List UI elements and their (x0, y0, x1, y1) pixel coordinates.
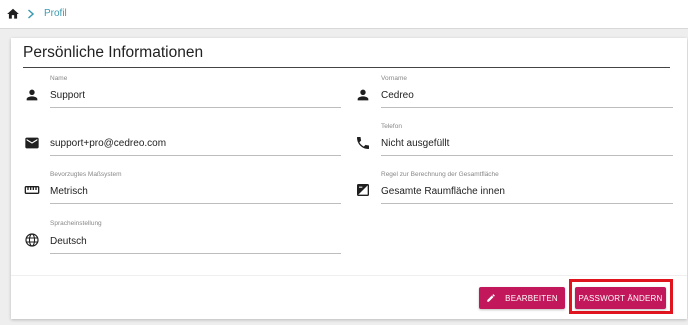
person-icon (26, 89, 38, 101)
name-field[interactable]: Name Support (24, 75, 342, 109)
vorname-value: Cedreo (381, 90, 414, 101)
telefon-field[interactable]: Telefon Nicht ausgefüllt (355, 123, 673, 157)
globe-icon (25, 233, 39, 247)
regel-underline (381, 203, 673, 204)
edit-button-label: BEARBEITEN (505, 293, 558, 303)
home-icon[interactable] (6, 7, 20, 21)
name-label: Name (50, 75, 68, 82)
vorname-field[interactable]: Vorname Cedreo (355, 75, 673, 109)
email-value: support+pro@cedreo.com (50, 138, 167, 149)
area-calc-icon (357, 184, 369, 196)
ruler-icon (24, 186, 40, 194)
sprache-field[interactable]: Spracheinstellung Deutsch (24, 220, 342, 254)
vorname-underline (381, 107, 673, 108)
name-underline (50, 107, 341, 108)
name-value: Support (50, 90, 86, 101)
regel-value: Gesamte Raumfläche innen (381, 186, 505, 197)
vorname-label: Vorname (381, 75, 408, 82)
telefon-underline (381, 155, 673, 156)
phone-icon (357, 137, 369, 149)
masssystem-value: Metrisch (50, 186, 88, 197)
regel-label: Regel zur Berechnung der Gesamtfläche (381, 171, 499, 178)
footer-divider (11, 275, 687, 276)
masssystem-underline (50, 203, 341, 204)
section-title: Persönliche Informationen (23, 44, 204, 61)
envelope-icon (25, 137, 39, 149)
edit-button[interactable]: BEARBEITEN (479, 287, 565, 309)
email-field[interactable]: support+pro@cedreo.com (24, 123, 342, 157)
section-divider (23, 67, 670, 68)
telefon-value: Nicht ausgefüllt (381, 138, 450, 149)
email-underline (50, 155, 341, 156)
masssystem-label: Bevorzugtes Maßsystem (50, 171, 122, 178)
person-icon (357, 89, 369, 101)
personal-info-card: Persönliche Informationen Name Support V… (11, 38, 687, 319)
breadcrumb-current[interactable]: Profil (44, 8, 67, 19)
pencil-icon (487, 294, 495, 302)
regel-field[interactable]: Regel zur Berechnung der Gesamtfläche Ge… (355, 171, 673, 205)
breadcrumb-bar: Profil (0, 0, 688, 29)
sprache-value: Deutsch (50, 236, 87, 247)
masssystem-field[interactable]: Bevorzugtes Maßsystem Metrisch (24, 171, 342, 205)
telefon-label: Telefon (381, 123, 402, 130)
sprache-underline (50, 253, 341, 254)
sprache-label: Spracheinstellung (50, 220, 102, 227)
chevron-right-icon (28, 9, 35, 19)
change-password-button[interactable]: PASSWORT ÄNDERN (575, 287, 666, 309)
change-password-label: PASSWORT ÄNDERN (578, 293, 663, 303)
